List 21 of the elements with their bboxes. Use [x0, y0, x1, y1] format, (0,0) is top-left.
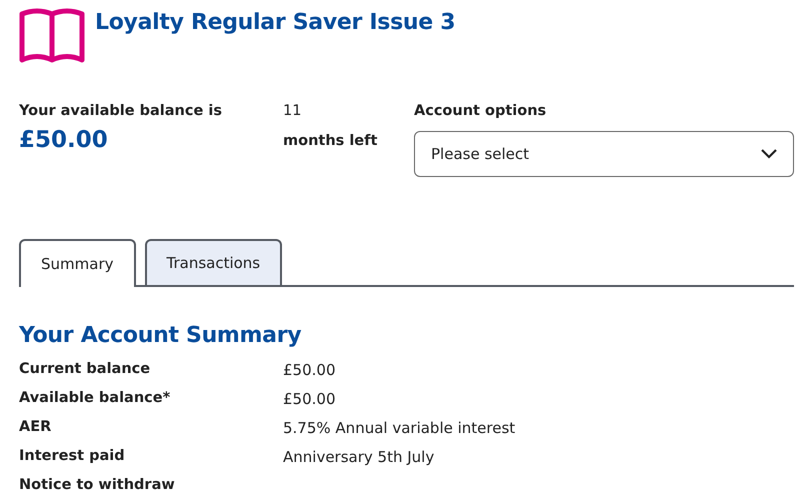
tab[interactable]: Transactions	[144, 238, 282, 285]
balance-label: Your available balance is	[19, 102, 223, 121]
field-label: Current balance	[19, 360, 152, 380]
field-label: AER	[19, 418, 52, 438]
months-count: 11	[283, 102, 302, 121]
field-label: Available balance*	[19, 389, 172, 408]
field-label: Notice to withdraw	[19, 476, 176, 496]
field-label: Interest paid	[19, 447, 126, 466]
open-book-icon	[19, 8, 85, 63]
months-label: months left	[283, 132, 378, 151]
page-title: Loyalty Regular Saver Issue 3	[95, 9, 456, 37]
chevron-down-icon	[761, 148, 777, 159]
account-options-label: Account options	[414, 102, 548, 121]
account-options-select[interactable]: Please select	[414, 130, 794, 177]
field-value: £50.00	[283, 360, 336, 381]
field-value: £50.00	[283, 389, 336, 410]
balance-amount: £50.00	[19, 126, 109, 155]
tab[interactable]: Summary	[19, 238, 136, 287]
section-heading: Your Account Summary	[19, 322, 302, 350]
field-value: 5.75% Annual variable interest	[283, 418, 516, 439]
field-value: Anniversary 5th July	[283, 447, 434, 468]
